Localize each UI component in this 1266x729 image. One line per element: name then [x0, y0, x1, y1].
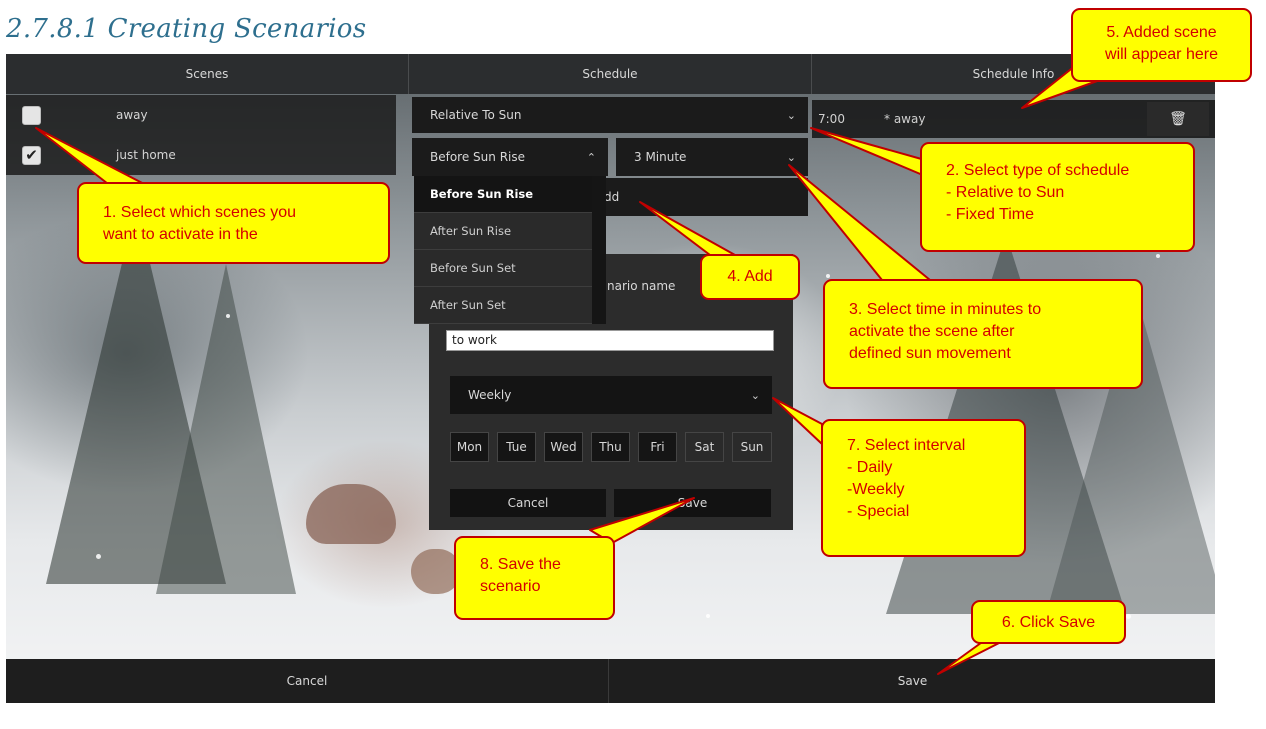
- callout-1: 1. Select which scenes you want to activ…: [77, 182, 390, 264]
- bottom-cancel-button[interactable]: Cancel: [6, 659, 609, 703]
- callout-5: 5. Added scene will appear here: [1071, 8, 1252, 82]
- chevron-down-icon: ⌄: [786, 150, 796, 164]
- interval-select[interactable]: Weekly ⌄: [450, 376, 772, 414]
- minutes-select[interactable]: 3 Minute ⌄: [616, 138, 808, 176]
- callout-line: will appear here: [1105, 46, 1218, 63]
- day-sun[interactable]: Sun: [732, 432, 772, 462]
- dialog-save-button[interactable]: Save: [614, 489, 771, 517]
- scene-label: just home: [116, 148, 176, 162]
- dropdown-option[interactable]: After Sun Set: [414, 287, 592, 324]
- callout-6: 6. Click Save: [971, 600, 1126, 644]
- dialog-cancel-button[interactable]: Cancel: [450, 489, 606, 517]
- dropdown-option[interactable]: Before Sun Rise: [414, 176, 592, 213]
- callout-line: scenario: [480, 578, 541, 595]
- dialog-title: nario name: [607, 279, 676, 293]
- dropdown-option[interactable]: After Sun Rise: [414, 213, 592, 250]
- day-wed[interactable]: Wed: [544, 432, 583, 462]
- deer-shape: [306, 484, 396, 544]
- day-fri[interactable]: Fri: [638, 432, 677, 462]
- callout-4: 4. Add: [700, 254, 800, 300]
- column-header-scenes: Scenes: [6, 54, 409, 94]
- chevron-up-icon: ⌃: [586, 150, 596, 164]
- document-heading: 2.7.8.1 Creating Scenarios: [6, 14, 367, 44]
- callout-line: 3. Select time in minutes to: [849, 301, 1042, 318]
- sun-event-value: Before Sun Rise: [430, 150, 525, 164]
- callout-line: - Daily: [847, 459, 893, 476]
- bottom-save-button[interactable]: Save: [610, 659, 1215, 703]
- callout-line: 8. Save the: [480, 556, 561, 573]
- callout-line: 4. Add: [727, 268, 773, 285]
- add-button-label: dd: [604, 190, 620, 204]
- scenario-name-input[interactable]: to work: [446, 330, 774, 351]
- trash-icon[interactable]: 🗑: [1147, 102, 1209, 136]
- day-tue[interactable]: Tue: [497, 432, 536, 462]
- callout-line: - Fixed Time: [946, 206, 1035, 223]
- scene-checkbox[interactable]: [22, 105, 41, 125]
- chevron-down-icon: ⌄: [786, 108, 796, 122]
- callout-line: 6. Click Save: [1001, 614, 1096, 631]
- callout-line: 5. Added scene: [1106, 24, 1217, 41]
- schedule-type-value: Relative To Sun: [430, 108, 522, 122]
- minutes-value: 3 Minute: [634, 150, 687, 164]
- callout-3: 3. Select time in minutes to activate th…: [823, 279, 1143, 389]
- bottom-action-bar: Cancel Save: [6, 659, 1215, 703]
- chevron-down-icon: ⌄: [750, 388, 760, 402]
- callout-line: 1. Select which scenes you: [103, 204, 296, 221]
- dropdown-option[interactable]: Before Sun Set: [414, 250, 592, 287]
- dropdown-scrollbar[interactable]: [592, 176, 606, 324]
- scene-label: away: [116, 108, 148, 122]
- callout-line: want to activate in the: [103, 226, 258, 243]
- day-mon[interactable]: Mon: [450, 432, 489, 462]
- callout-line: defined sun movement: [849, 345, 1011, 362]
- callout-7: 7. Select interval - Daily -Weekly - Spe…: [821, 419, 1026, 557]
- callout-line: - Special: [847, 503, 910, 520]
- schedule-scene: * away: [884, 112, 926, 126]
- interval-value: Weekly: [468, 388, 512, 402]
- callout-2: 2. Select type of schedule - Relative to…: [920, 142, 1195, 252]
- callout-line: - Relative to Sun: [946, 184, 1065, 201]
- schedule-type-select[interactable]: Relative To Sun ⌄: [412, 97, 808, 133]
- column-header-schedule: Schedule: [409, 54, 812, 94]
- scene-row-away[interactable]: away: [6, 95, 396, 135]
- schedule-info-row: 7:00 * away 🗑: [812, 100, 1215, 138]
- callout-line: 7. Select interval: [847, 437, 966, 454]
- callout-line: 2. Select type of schedule: [946, 162, 1130, 179]
- callout-line: -Weekly: [847, 481, 905, 498]
- day-thu[interactable]: Thu: [591, 432, 630, 462]
- callout-line: activate the scene after: [849, 323, 1015, 340]
- sun-event-select[interactable]: Before Sun Rise ⌃: [412, 138, 608, 176]
- scene-checkbox-checked[interactable]: ✔: [22, 145, 41, 165]
- schedule-time: 7:00: [818, 112, 845, 126]
- scene-row-just-home[interactable]: ✔ just home: [6, 135, 396, 175]
- day-sat[interactable]: Sat: [685, 432, 724, 462]
- sun-event-dropdown: Before Sun Rise After Sun Rise Before Su…: [414, 176, 592, 324]
- add-button[interactable]: dd: [592, 178, 808, 216]
- callout-8: 8. Save the scenario: [454, 536, 615, 620]
